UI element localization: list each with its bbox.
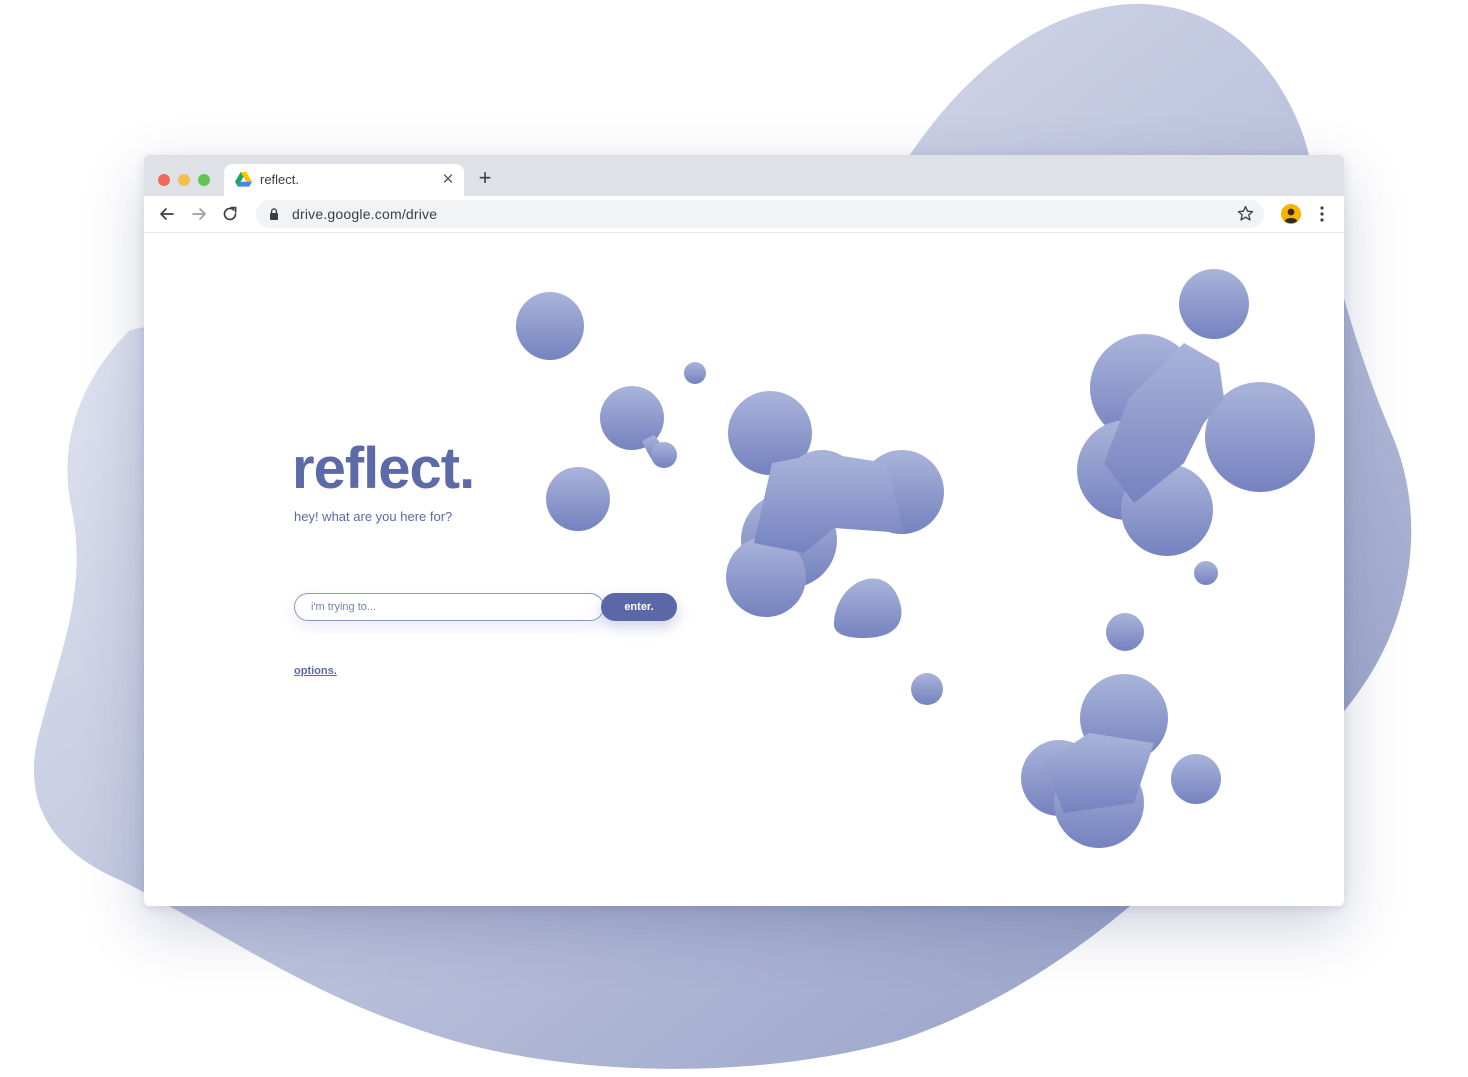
- reload-icon[interactable]: [219, 203, 241, 225]
- search-input[interactable]: [294, 593, 604, 621]
- arrow-right-icon[interactable]: [188, 203, 210, 225]
- star-icon[interactable]: [1237, 205, 1254, 222]
- subtitle: hey! what are you here for?: [294, 509, 453, 524]
- close-icon[interactable]: ✕: [440, 170, 456, 190]
- avatar[interactable]: [1281, 204, 1301, 224]
- plus-icon[interactable]: +: [474, 167, 496, 189]
- url-text: drive.google.com/drive: [292, 206, 438, 222]
- logo: reflect.: [292, 436, 475, 501]
- minimize-window-button[interactable]: [178, 174, 190, 186]
- tab-reflect[interactable]: reflect. ✕: [224, 164, 464, 197]
- more-vert-icon[interactable]: [1314, 204, 1330, 224]
- tab-title: reflect.: [260, 172, 300, 187]
- decorative-blobs: [516, 269, 1315, 848]
- lock-icon: [270, 208, 278, 220]
- google-drive-icon: [235, 172, 252, 187]
- browser-toolbar: drive.google.com/drive: [144, 196, 1344, 233]
- address-bar[interactable]: drive.google.com/drive: [256, 200, 1264, 228]
- maximize-window-button[interactable]: [198, 174, 210, 186]
- enter-button[interactable]: enter.: [601, 593, 677, 621]
- arrow-left-icon[interactable]: [156, 203, 178, 225]
- options-link[interactable]: options.: [294, 665, 337, 677]
- browser-window: reflect. ✕ + drive.google.com/drive refl…: [144, 155, 1344, 906]
- tab-bar: reflect. ✕ +: [144, 155, 1344, 197]
- close-window-button[interactable]: [158, 174, 170, 186]
- page-content: reflect. hey! what are you here for? ent…: [144, 233, 1344, 906]
